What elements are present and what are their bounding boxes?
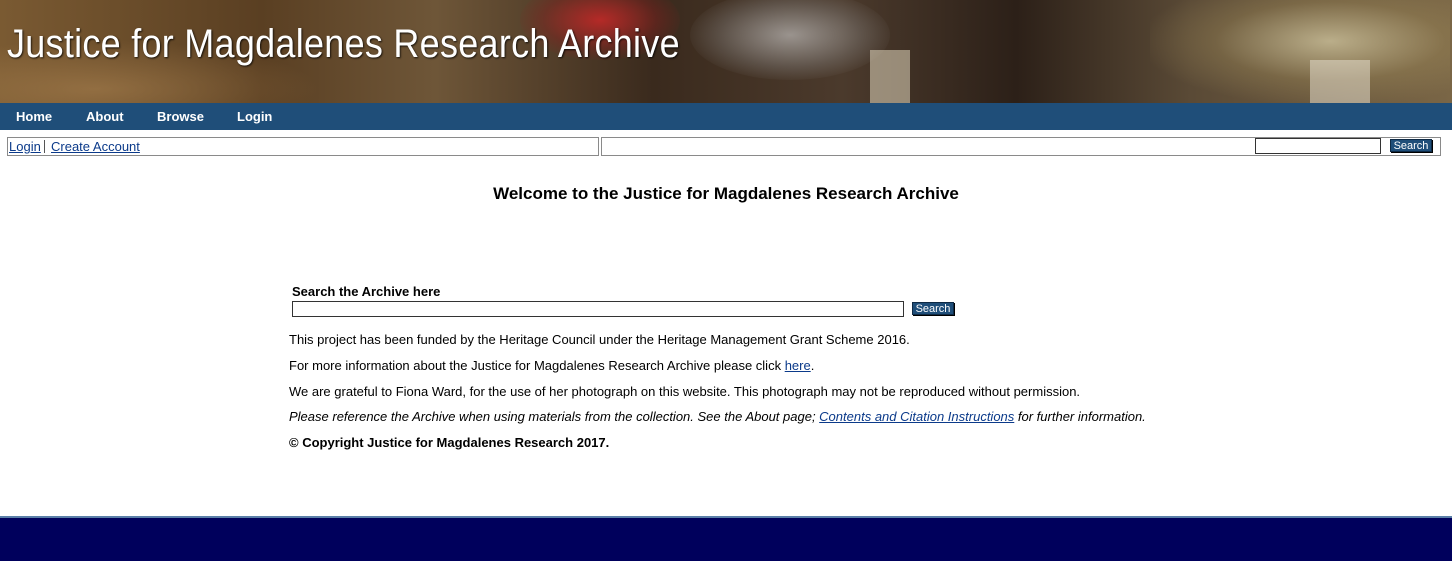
create-account-link[interactable]: Create Account <box>51 139 140 154</box>
nav-item-home[interactable]: Home <box>16 109 52 124</box>
footer <box>0 516 1452 561</box>
citation-link[interactable]: Contents and Citation Instructions <box>819 409 1014 424</box>
reference-text: Please reference the Archive when using … <box>289 409 1146 424</box>
main-nav: Home About Browse Login <box>0 103 1452 130</box>
page-title: Welcome to the Justice for Magdalenes Re… <box>493 184 959 203</box>
info-prefix: For more information about the Justice f… <box>289 358 785 373</box>
quick-search-button[interactable]: Search <box>1390 139 1432 152</box>
login-link[interactable]: Login <box>9 139 41 154</box>
banner-photo-detail <box>870 50 910 103</box>
header-banner: Justice for Magdalenes Research Archive <box>0 0 1452 103</box>
banner-photo-detail <box>1150 0 1450 103</box>
quick-search-input[interactable] <box>1255 138 1381 154</box>
divider <box>44 140 45 153</box>
copyright-text: © Copyright Justice for Magdalenes Resea… <box>289 435 610 450</box>
banner-photo-detail <box>690 0 890 80</box>
reference-suffix: for further information. <box>1014 409 1146 424</box>
info-text: For more information about the Justice f… <box>289 358 814 373</box>
info-link[interactable]: here <box>785 358 811 373</box>
nav-item-login[interactable]: Login <box>237 109 272 124</box>
account-bar: Login Create Account <box>7 137 599 156</box>
site-title: Justice for Magdalenes Research Archive <box>7 22 680 66</box>
nav-item-about[interactable]: About <box>86 109 124 124</box>
funding-text: This project has been funded by the Heri… <box>289 332 910 347</box>
info-suffix: . <box>810 358 815 373</box>
photo-credit-text: We are grateful to Fiona Ward, for the u… <box>289 384 1081 399</box>
reference-prefix: Please reference the Archive when using … <box>289 409 820 424</box>
archive-search-label: Search the Archive here <box>292 284 441 299</box>
archive-search-button[interactable]: Search <box>912 302 954 315</box>
archive-search-input[interactable] <box>292 301 904 317</box>
nav-item-browse[interactable]: Browse <box>157 109 204 124</box>
banner-photo-detail <box>1310 60 1370 103</box>
